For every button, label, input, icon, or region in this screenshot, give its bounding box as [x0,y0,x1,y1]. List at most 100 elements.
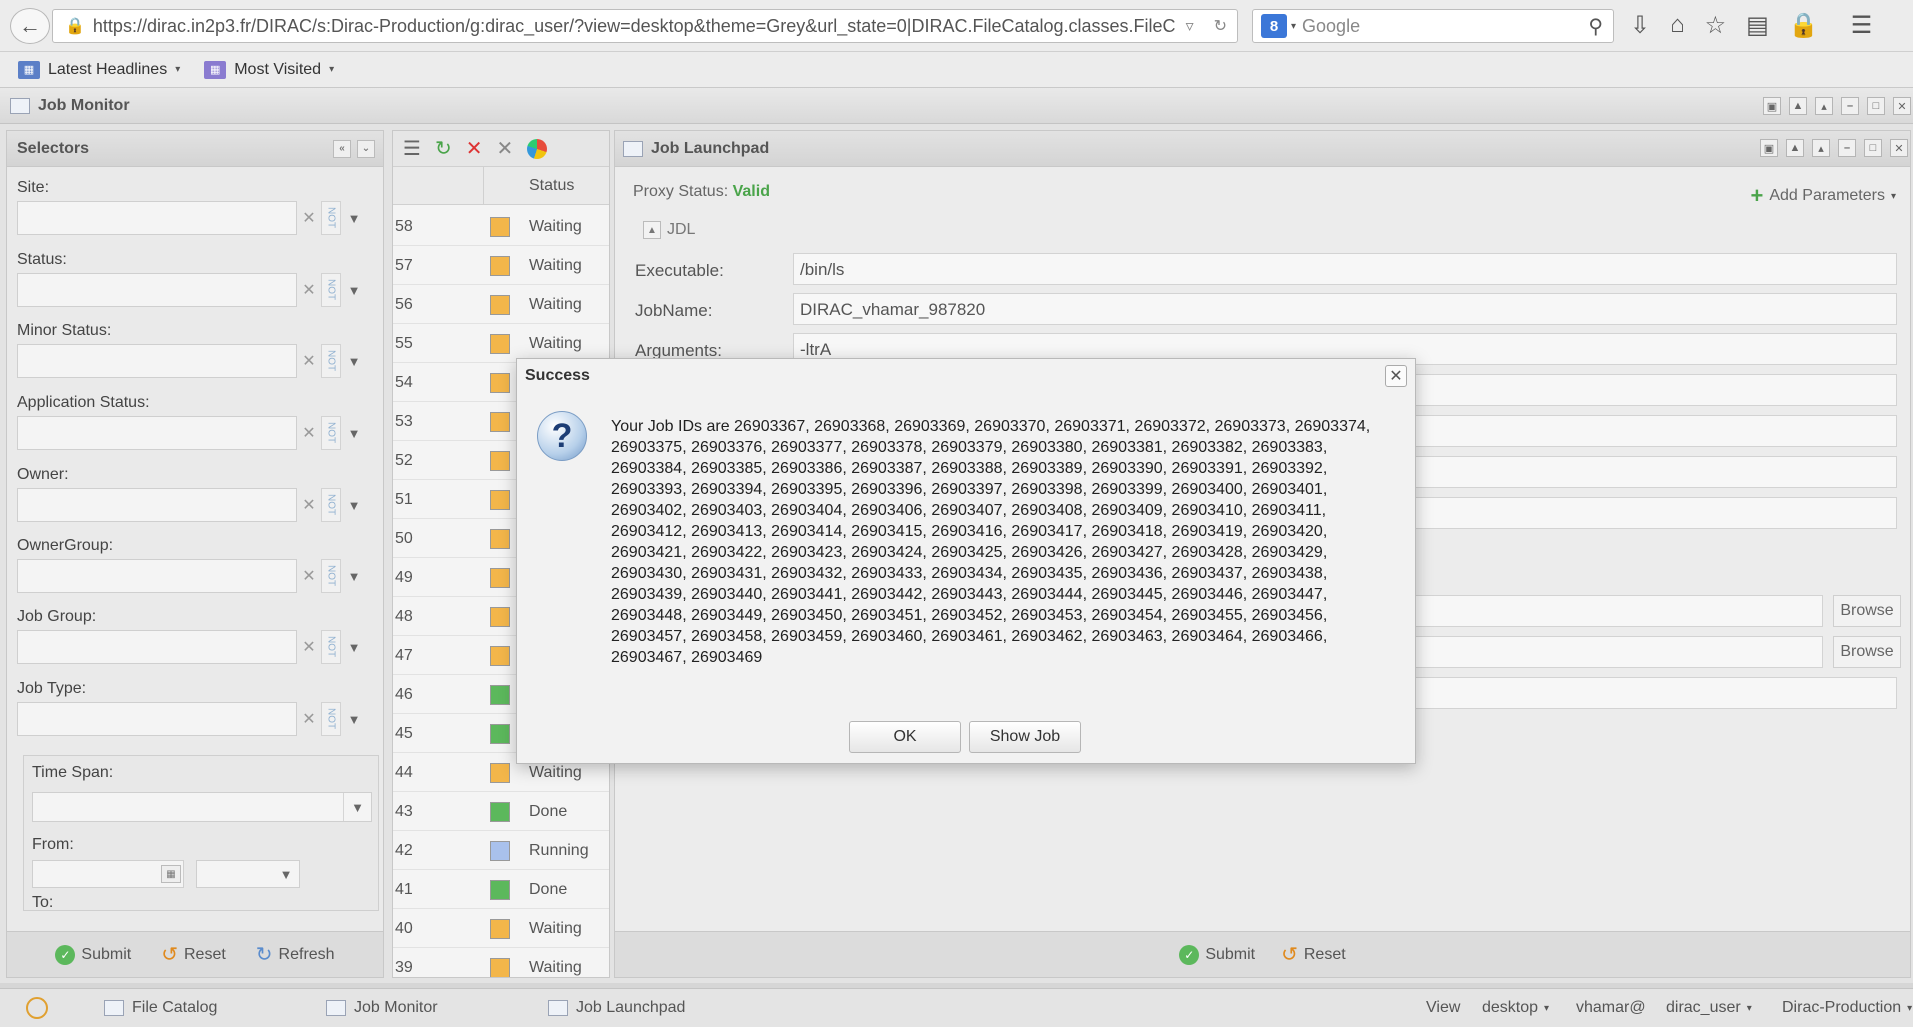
collapse-left-icon[interactable]: « [333,139,351,158]
not-toggle[interactable]: NOT [321,702,341,736]
clear-icon[interactable]: ✕ [297,630,321,664]
tile-icon[interactable]: ▣ [1760,139,1778,157]
bookmark-latest-headlines[interactable]: ▦ Latest Headlines ▾ [18,60,180,79]
bookmark-star-icon[interactable]: ☆ [1705,11,1727,40]
not-toggle[interactable]: NOT [321,488,341,522]
setup-menu[interactable]: Dirac-Production ▾ [1782,999,1912,1017]
browse-button[interactable]: Browse [1833,636,1901,668]
status-column-header[interactable]: Status [529,177,574,195]
not-toggle[interactable]: NOT [321,201,341,235]
job-type-input[interactable] [17,702,297,736]
from-time-select[interactable]: ▼ [196,860,300,888]
list-icon[interactable]: ☰ [403,136,421,161]
kill-icon[interactable]: ✕ [466,136,483,161]
table-row[interactable]: 40 Waiting [393,909,609,948]
not-toggle[interactable]: NOT [321,630,341,664]
delete-icon[interactable]: ✕ [496,136,513,161]
refresh-icon[interactable]: ↻ [435,136,452,161]
dropdown-arrow-icon[interactable]: ▿ [1186,16,1194,36]
table-row[interactable]: 56 Waiting [393,285,609,324]
minimize-icon[interactable]: – [1841,97,1859,115]
menu-icon[interactable]: ☰ [1851,11,1873,40]
clear-icon[interactable]: ✕ [297,702,321,736]
chevron-down-icon[interactable]: ▼ [341,344,367,378]
chevron-down-icon[interactable]: ▼ [341,416,367,450]
clear-icon[interactable]: ✕ [297,201,321,235]
launchpad-submit-button[interactable]: ✓ Submit [1179,944,1255,965]
clear-icon[interactable]: ✕ [297,559,321,593]
not-toggle[interactable]: NOT [321,273,341,307]
pin-icon[interactable]: ▲ [1789,97,1807,115]
chevron-down-icon[interactable]: ▼ [341,702,367,736]
desktop-menu[interactable]: desktop ▾ [1482,999,1549,1017]
clear-icon[interactable]: ✕ [297,344,321,378]
group-menu[interactable]: dirac_user ▾ [1666,999,1752,1017]
table-row[interactable]: 42 Running [393,831,609,870]
collapse-icon[interactable]: ▴ [1815,97,1833,115]
chevron-down-icon[interactable]: ▼ [341,630,367,664]
address-bar[interactable]: 🔒 https://dirac.in2p3.fr/DIRAC/s:Dirac-P… [52,9,1238,43]
time-span-select[interactable]: ▼ [32,792,372,822]
status-input[interactable] [17,273,297,307]
clear-icon[interactable]: ✕ [297,273,321,307]
maximize-icon[interactable]: □ [1867,97,1885,115]
tile-icon[interactable]: ▣ [1763,97,1781,115]
from-date-input[interactable]: ▦ [32,860,184,888]
dialog-close-button[interactable]: ✕ [1385,365,1407,387]
collapse-up-icon[interactable]: ▲ [643,221,661,239]
collapse-down-icon[interactable]: ⌄ [357,139,375,158]
dirac-logo-icon[interactable] [26,997,48,1019]
search-box[interactable]: 8 ▾ Google ⚲ [1252,9,1614,43]
not-toggle[interactable]: NOT [321,344,341,378]
taskbar-file-catalog[interactable]: File Catalog [104,999,217,1017]
minor-status-input[interactable] [17,344,297,378]
table-row[interactable]: 41 Done [393,870,609,909]
clipboard-icon[interactable]: ▤ [1746,11,1769,40]
calendar-icon[interactable]: ▦ [161,865,181,883]
submit-button[interactable]: ✓ Submit [55,944,131,965]
back-button[interactable]: ← [10,8,50,44]
chevron-down-icon[interactable]: ▼ [341,488,367,522]
application-status-input[interactable] [17,416,297,450]
add-parameters-button[interactable]: + Add Parameters ▾ [1751,183,1897,209]
site-input[interactable] [17,201,297,235]
view-menu[interactable]: View [1426,999,1460,1017]
collapse-icon[interactable]: ▴ [1812,139,1830,157]
minimize-icon[interactable]: – [1838,139,1856,157]
table-row[interactable]: 39 Waiting [393,948,609,977]
show-job-button[interactable]: Show Job [969,721,1081,753]
download-icon[interactable]: ⇩ [1630,11,1650,40]
browse-button[interactable]: Browse [1833,595,1901,627]
owner-group-input[interactable] [17,559,297,593]
table-row[interactable]: 58 Waiting [393,207,609,246]
chevron-down-icon[interactable]: ▼ [273,861,299,887]
search-engine-icon[interactable]: 8 [1261,14,1287,38]
refresh-button[interactable]: ↻ Refresh [256,942,335,967]
search-icon[interactable]: ⚲ [1588,14,1603,39]
taskbar-job-monitor[interactable]: Job Monitor [326,999,438,1017]
launchpad-reset-button[interactable]: ↺ Reset [1281,942,1346,967]
table-row[interactable]: 57 Waiting [393,246,609,285]
chevron-down-icon[interactable]: ▼ [341,273,367,307]
pin-icon[interactable]: ▲ [1786,139,1804,157]
search-engine-caret-icon[interactable]: ▾ [1291,21,1296,32]
lock-addon-icon[interactable]: 🔒 [1789,11,1819,40]
clear-icon[interactable]: ✕ [297,488,321,522]
executable-input[interactable]: /bin/ls [793,253,1897,285]
chevron-down-icon[interactable]: ▼ [343,793,371,821]
table-row[interactable]: 43 Done [393,792,609,831]
jdl-fieldset-legend[interactable]: ▲ JDL [643,221,695,239]
pie-chart-icon[interactable] [527,138,548,159]
clear-icon[interactable]: ✕ [297,416,321,450]
chevron-down-icon[interactable]: ▼ [341,201,367,235]
chevron-down-icon[interactable]: ▼ [341,559,367,593]
owner-input[interactable] [17,488,297,522]
reload-icon[interactable]: ↻ [1214,16,1227,36]
ok-button[interactable]: OK [849,721,961,753]
taskbar-job-launchpad[interactable]: Job Launchpad [548,999,685,1017]
close-icon[interactable]: ✕ [1893,97,1911,115]
home-icon[interactable]: ⌂ [1670,11,1685,40]
not-toggle[interactable]: NOT [321,559,341,593]
window-titlebar[interactable]: Job Monitor ▣ ▲ ▴ – □ ✕ [0,88,1913,124]
bookmark-most-visited[interactable]: ▦ Most Visited ▾ [204,60,334,79]
